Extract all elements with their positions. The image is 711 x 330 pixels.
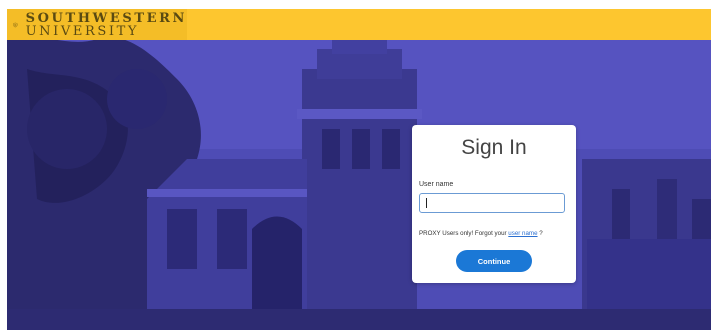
logo-line-2: UNIVERSITY xyxy=(25,23,140,39)
header-bar: SOUTHWESTERN UNIVERSITY xyxy=(7,9,711,40)
sign-in-card: Sign In User name PROXY Users only! Forg… xyxy=(412,125,576,283)
logo-line-1: SOUTHWESTERN xyxy=(25,10,187,26)
university-shield-icon xyxy=(13,22,18,27)
text-cursor xyxy=(426,198,427,208)
page-frame: SOUTHWESTERN UNIVERSITY Sign In User nam… xyxy=(7,9,711,330)
university-logo[interactable]: SOUTHWESTERN UNIVERSITY xyxy=(7,9,187,40)
proxy-note-text: PROXY Users only! Forgot your xyxy=(419,230,509,237)
username-label: User name xyxy=(419,181,454,188)
proxy-note: PROXY Users only! Forgot your user name … xyxy=(419,230,543,237)
sign-in-title: Sign In xyxy=(461,136,527,159)
proxy-note-suffix: ? xyxy=(537,230,543,237)
continue-button[interactable]: Continue xyxy=(456,250,532,272)
username-input[interactable] xyxy=(419,193,565,213)
forgot-username-link[interactable]: user name xyxy=(508,230,537,237)
logo-text: SOUTHWESTERN UNIVERSITY xyxy=(26,12,187,38)
campus-background-image xyxy=(7,9,711,330)
